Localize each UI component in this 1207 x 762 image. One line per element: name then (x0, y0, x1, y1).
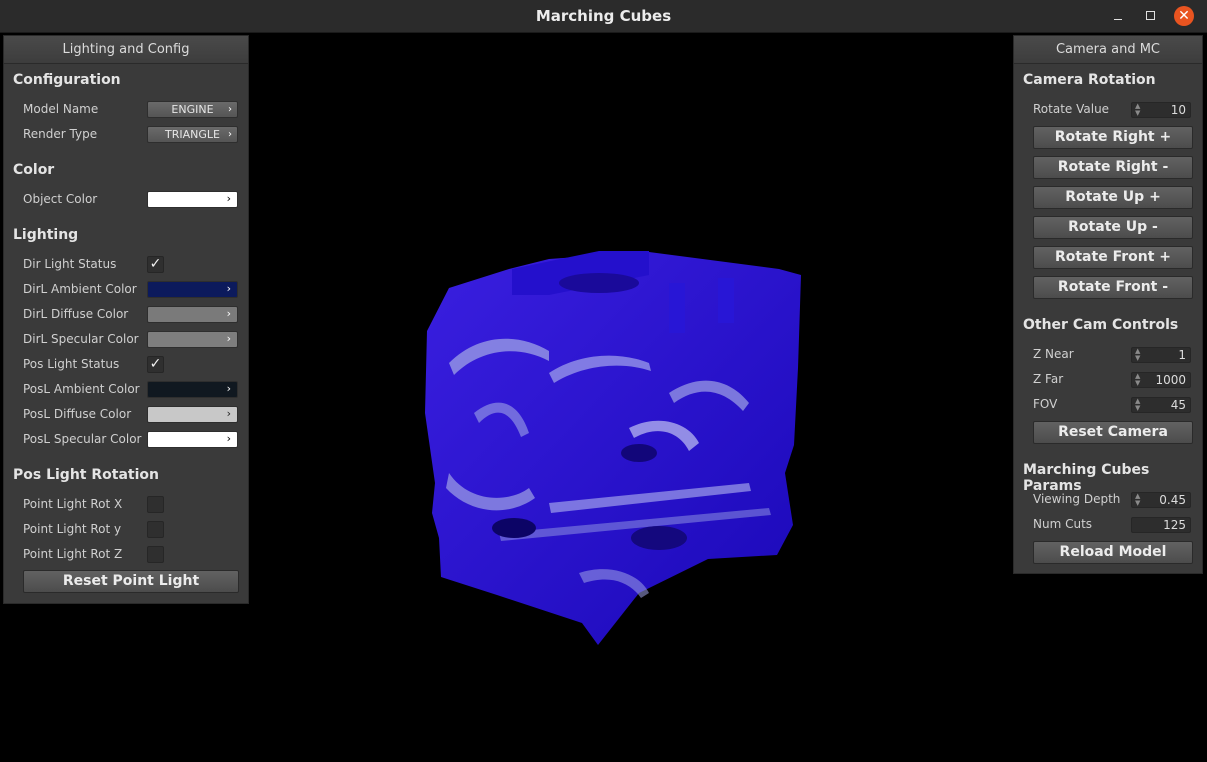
render-type-label: Render Type (23, 127, 98, 141)
spinner-icon[interactable]: ▲ ▼ (1135, 398, 1140, 412)
chevron-right-icon: › (226, 307, 231, 320)
rot-z-label: Point Light Rot Z (23, 547, 123, 561)
dirl-ambient-swatch[interactable]: › (147, 281, 238, 298)
num-cuts-value: 125 (1163, 518, 1186, 532)
z-near-input[interactable]: ▲ ▼ 1 (1131, 347, 1191, 363)
model-name-label: Model Name (23, 102, 99, 116)
pos-light-status-checkbox[interactable]: ✓ (147, 356, 164, 373)
model-hole (631, 526, 687, 550)
model-hole (492, 518, 536, 538)
rotate-up-minus-button[interactable]: Rotate Up - (1033, 216, 1193, 239)
section-color: Color (13, 162, 55, 178)
posl-ambient-label: PosL Ambient Color (23, 382, 140, 396)
dir-light-status-label: Dir Light Status (23, 257, 117, 271)
maximize-icon[interactable] (1140, 6, 1160, 26)
title-bar: Marching Cubes ✕ (0, 0, 1207, 33)
posl-ambient-swatch[interactable]: › (147, 381, 238, 398)
chevron-right-icon: › (228, 129, 232, 140)
model-pillar (669, 283, 685, 333)
close-icon[interactable]: ✕ (1174, 6, 1194, 26)
chevron-right-icon: › (226, 282, 231, 295)
viewing-depth-input[interactable]: ▲ ▼ 0.45 (1131, 492, 1191, 508)
reset-camera-button[interactable]: Reset Camera (1033, 421, 1193, 444)
section-pos-light-rotation: Pos Light Rotation (13, 467, 159, 483)
rot-y-label: Point Light Rot y (23, 522, 122, 536)
object-color-swatch[interactable]: › (147, 191, 238, 208)
rot-x-label: Point Light Rot X (23, 497, 123, 511)
model-name-value: ENGINE (171, 103, 214, 116)
rotate-value-input[interactable]: ▲ ▼ 10 (1131, 102, 1191, 118)
rot-x-checkbox[interactable] (147, 496, 164, 513)
spinner-icon[interactable]: ▲ ▼ (1135, 103, 1140, 117)
model-hole (621, 444, 657, 462)
model-pillar (718, 278, 734, 323)
rotate-value: 10 (1170, 103, 1186, 117)
panel-header-left[interactable]: Lighting and Config (4, 36, 248, 64)
dirl-diffuse-swatch[interactable]: › (147, 306, 238, 323)
rotate-right-plus-button[interactable]: Rotate Right + (1033, 126, 1193, 149)
dirl-specular-label: DirL Specular Color (23, 332, 139, 346)
pos-light-status-label: Pos Light Status (23, 357, 120, 371)
camera-mc-panel: Camera and MC Camera Rotation Rotate Val… (1013, 35, 1203, 574)
dir-light-status-checkbox[interactable]: ✓ (147, 256, 164, 273)
spinner-icon[interactable]: ▲ ▼ (1135, 373, 1140, 387)
panel-header-right[interactable]: Camera and MC (1014, 36, 1202, 64)
model-hole (559, 273, 639, 293)
section-camera-rotation: Camera Rotation (1023, 72, 1156, 88)
section-lighting: Lighting (13, 227, 79, 243)
rotate-front-plus-button[interactable]: Rotate Front + (1033, 246, 1193, 269)
reload-model-button[interactable]: Reload Model (1033, 541, 1193, 564)
rotate-value-label: Rotate Value (1033, 102, 1110, 116)
spinner-icon[interactable]: ▲ ▼ (1135, 493, 1140, 507)
dirl-diffuse-label: DirL Diffuse Color (23, 307, 129, 321)
spinner-icon[interactable]: ▲ ▼ (1135, 348, 1140, 362)
rotate-right-minus-button[interactable]: Rotate Right - (1033, 156, 1193, 179)
z-near-value: 1 (1178, 348, 1186, 362)
chevron-right-icon: › (226, 432, 231, 445)
z-far-input[interactable]: ▲ ▼ 1000 (1131, 372, 1191, 388)
model-body (425, 252, 801, 645)
section-mc-params: Marching Cubes Params (1023, 462, 1150, 494)
chevron-right-icon: › (226, 332, 231, 345)
num-cuts-label: Num Cuts (1033, 517, 1093, 531)
lighting-config-panel: Lighting and Config Configuration Model … (3, 35, 249, 604)
fov-label: FOV (1033, 397, 1058, 411)
section-other-cam-controls: Other Cam Controls (1023, 317, 1179, 333)
chevron-right-icon: › (226, 407, 231, 420)
object-color-label: Object Color (23, 192, 98, 206)
viewing-depth-value: 0.45 (1159, 493, 1186, 507)
render-viewport[interactable] (249, 33, 1013, 758)
minimize-icon[interactable] (1108, 6, 1128, 26)
chevron-right-icon: › (226, 192, 231, 205)
fov-input[interactable]: ▲ ▼ 45 (1131, 397, 1191, 413)
render-type-dropdown[interactable]: TRIANGLE › (147, 126, 238, 143)
chevron-right-icon: › (226, 382, 231, 395)
section-configuration: Configuration (13, 72, 121, 88)
rot-z-checkbox[interactable] (147, 546, 164, 563)
engine-model-render (425, 251, 801, 645)
dirl-specular-swatch[interactable]: › (147, 331, 238, 348)
num-cuts-input[interactable]: 125 (1131, 517, 1191, 533)
rot-y-checkbox[interactable] (147, 521, 164, 538)
render-type-value: TRIANGLE (165, 128, 220, 141)
posl-specular-swatch[interactable]: › (147, 431, 238, 448)
z-far-label: Z Far (1033, 372, 1064, 386)
model-name-dropdown[interactable]: ENGINE › (147, 101, 238, 118)
window-title: Marching Cubes (535, 7, 672, 25)
rotate-front-minus-button[interactable]: Rotate Front - (1033, 276, 1193, 299)
rotate-up-plus-button[interactable]: Rotate Up + (1033, 186, 1193, 209)
posl-diffuse-swatch[interactable]: › (147, 406, 238, 423)
viewing-depth-label: Viewing Depth (1033, 492, 1121, 506)
chevron-right-icon: › (228, 104, 232, 115)
dirl-ambient-label: DirL Ambient Color (23, 282, 137, 296)
z-far-value: 1000 (1155, 373, 1186, 387)
fov-value: 45 (1170, 398, 1186, 412)
reset-point-light-button[interactable]: Reset Point Light (23, 570, 239, 593)
posl-specular-label: PosL Specular Color (23, 432, 142, 446)
posl-diffuse-label: PosL Diffuse Color (23, 407, 132, 421)
z-near-label: Z Near (1033, 347, 1074, 361)
